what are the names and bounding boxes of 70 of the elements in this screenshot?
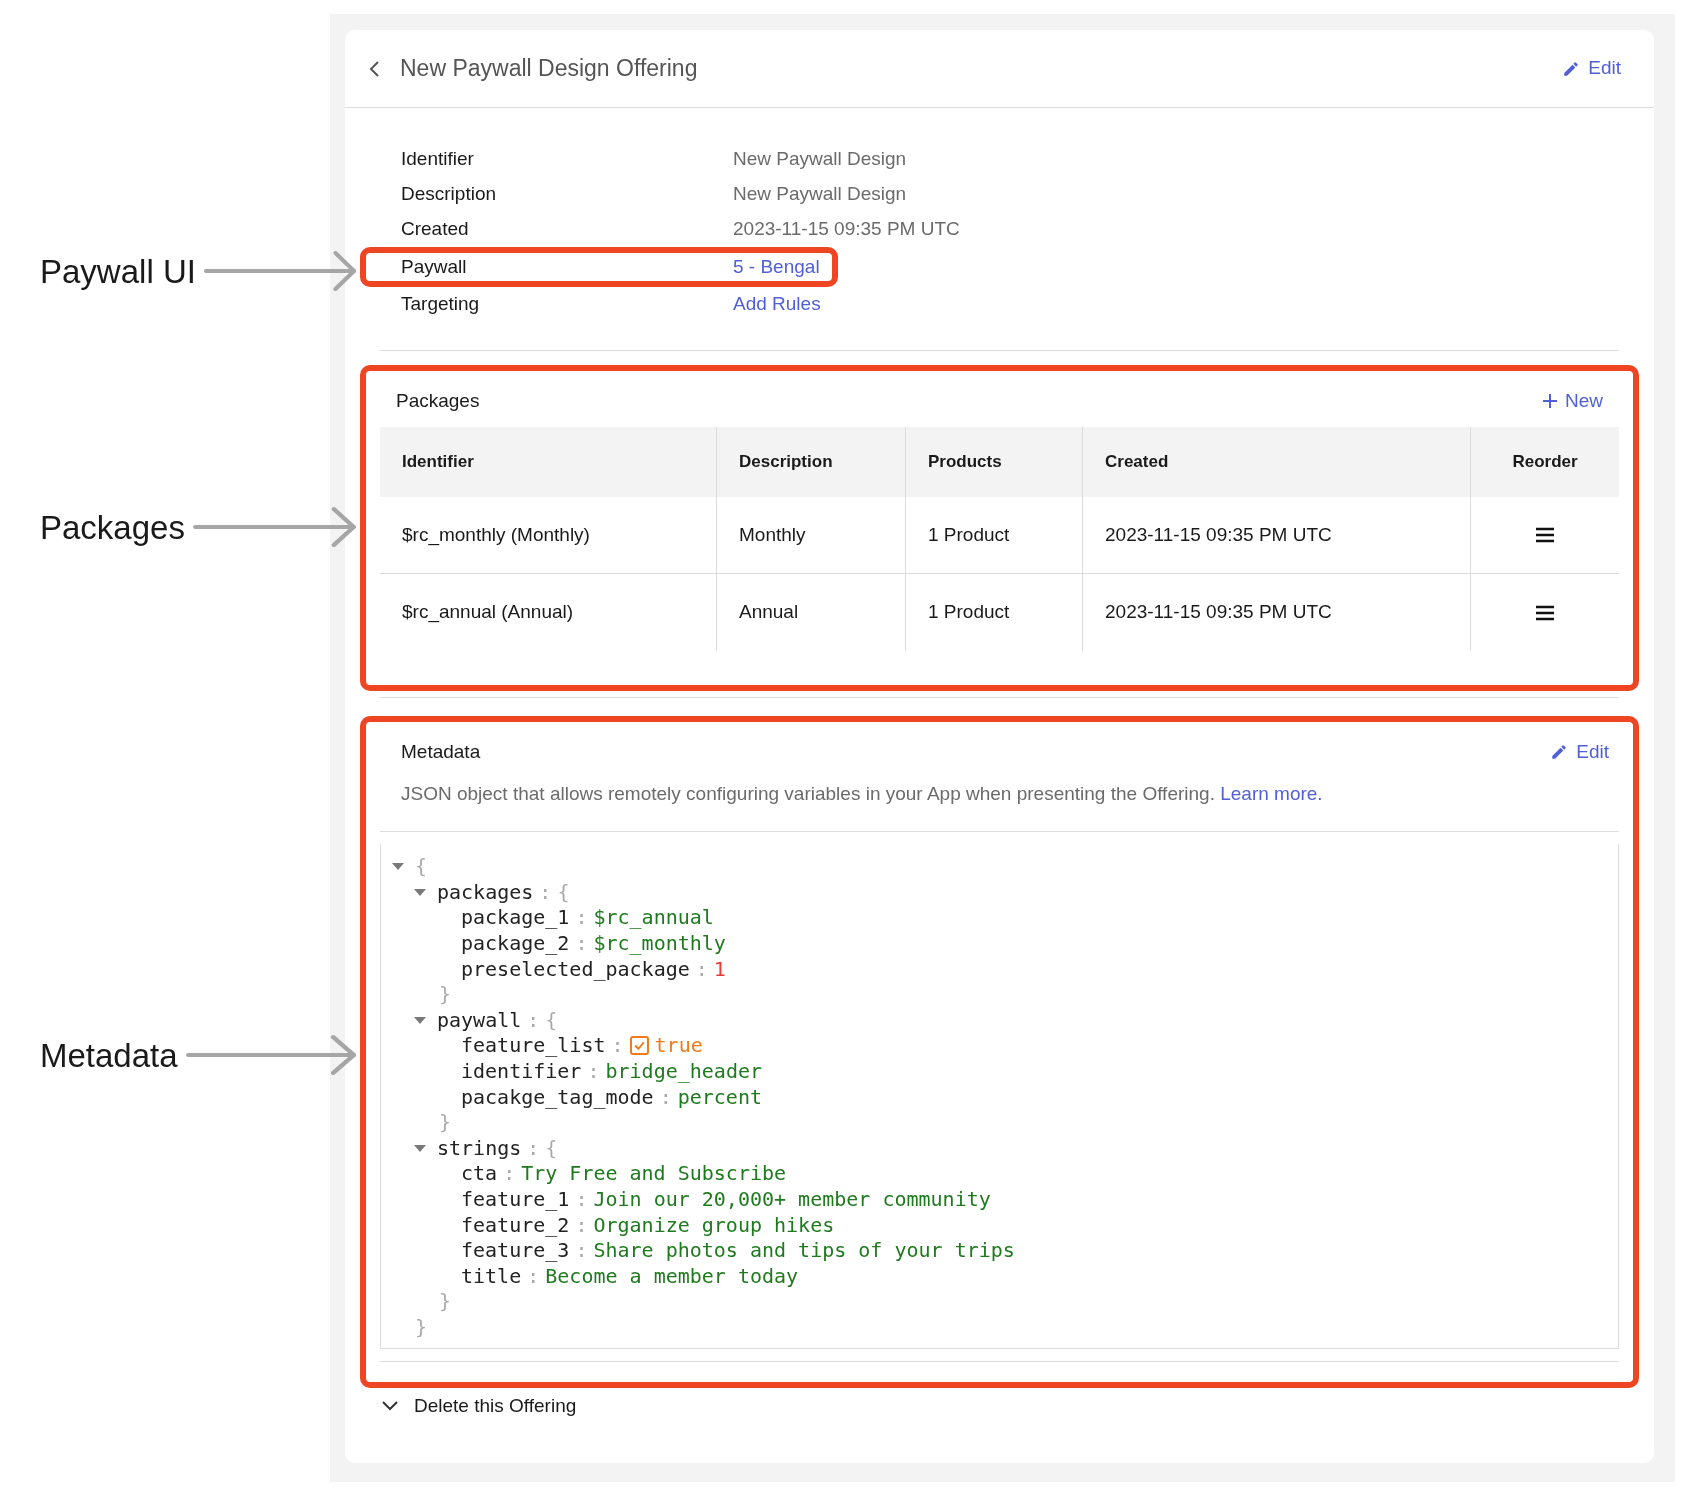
caret-icon[interactable] xyxy=(413,1142,427,1153)
page-title: New Paywall Design Offering xyxy=(400,54,698,84)
section-title: Packages xyxy=(396,388,480,413)
json-colon: : xyxy=(611,1032,624,1060)
detail-label: Paywall xyxy=(401,254,468,279)
json-value: Organize group hikes xyxy=(593,1211,835,1239)
arrow-icon xyxy=(192,505,358,549)
column-header: Identifier xyxy=(402,451,474,474)
json-value: Join our 20,000+ member community xyxy=(593,1186,991,1213)
section-title: Metadata xyxy=(401,739,481,764)
json-value: 1 xyxy=(713,955,726,983)
table-cell-text: 1 Product xyxy=(928,522,1010,547)
drag-handle-icon[interactable] xyxy=(1536,604,1554,621)
column-header: Products xyxy=(928,451,1002,474)
detail-link[interactable]: 5 - Bengal xyxy=(733,252,820,282)
json-value: percent xyxy=(677,1083,762,1111)
json-colon: : xyxy=(695,955,708,983)
json-brace: } xyxy=(415,1314,428,1341)
table-cell-text: Monthly xyxy=(739,522,806,547)
json-brace: } xyxy=(439,1288,452,1316)
learn-more-link[interactable]: Learn more. xyxy=(1220,783,1323,804)
callout-label: Packages xyxy=(40,510,185,544)
json-brace: { xyxy=(545,1134,558,1162)
detail-label: Description xyxy=(401,182,498,207)
caret-icon[interactable] xyxy=(413,886,427,897)
caret-icon[interactable] xyxy=(413,1014,427,1025)
json-colon: : xyxy=(527,1134,540,1162)
json-colon: : xyxy=(575,1211,588,1239)
callout-label: Metadata xyxy=(40,1038,178,1072)
table-cell-text: $rc_monthly (Monthly) xyxy=(402,522,590,548)
json-value: $rc_monthly xyxy=(593,930,726,958)
pencil-icon xyxy=(1562,59,1581,78)
table-cell-text: $rc_annual (Annual) xyxy=(402,600,574,625)
edit-button[interactable]: Edit xyxy=(1550,737,1609,767)
chevron-down-icon xyxy=(382,1401,398,1412)
detail-value: 2023-11-15 09:35 PM UTC xyxy=(733,217,960,242)
caret-icon[interactable] xyxy=(391,861,405,872)
json-colon: : xyxy=(575,904,588,932)
plus-icon xyxy=(1543,394,1557,408)
callout-label: Paywall UI xyxy=(40,254,196,288)
json-colon: : xyxy=(575,930,588,958)
checkbox[interactable] xyxy=(629,1035,649,1055)
column-header: Created xyxy=(1105,451,1169,474)
edit-button[interactable]: Edit xyxy=(1562,54,1621,83)
pencil-icon xyxy=(1550,743,1569,761)
detail-value: New Paywall Design xyxy=(733,147,907,172)
metadata-description: JSON object that allows remotely configuring variables in your App when presenting the Offering. Learn more. xyxy=(400,782,1324,806)
json-brace: { xyxy=(415,853,428,881)
table-cell-text: 2023-11-15 09:35 PM UTC xyxy=(1105,600,1332,625)
detail-value: New Paywall Design xyxy=(733,182,907,207)
json-value: $rc_annual xyxy=(593,904,714,932)
detail-label: Identifier xyxy=(401,147,475,172)
json-value: true xyxy=(654,1032,703,1060)
json-colon: : xyxy=(575,1186,588,1213)
table-cell-text: Annual xyxy=(739,600,799,625)
new-button[interactable]: New xyxy=(1543,386,1603,416)
detail-label: Created xyxy=(401,217,470,242)
json-colon: : xyxy=(659,1083,672,1111)
column-header: Description xyxy=(739,451,833,474)
detail-label: Targeting xyxy=(401,292,481,317)
json-colon: : xyxy=(575,1237,588,1265)
table-cell-text: 1 Product xyxy=(928,600,1010,625)
arrow-icon xyxy=(203,249,358,293)
table-cell-text: 2023-11-15 09:35 PM UTC xyxy=(1105,522,1332,547)
column-header: Reorder xyxy=(1512,451,1578,474)
drag-handle-icon[interactable] xyxy=(1536,527,1554,543)
arrow-icon xyxy=(185,1033,358,1077)
json-value: Share photos and tips of your trips xyxy=(593,1237,1015,1265)
detail-link[interactable]: Add Rules xyxy=(733,290,821,319)
delete-offering-toggle[interactable]: Delete this Offering xyxy=(382,1391,577,1421)
